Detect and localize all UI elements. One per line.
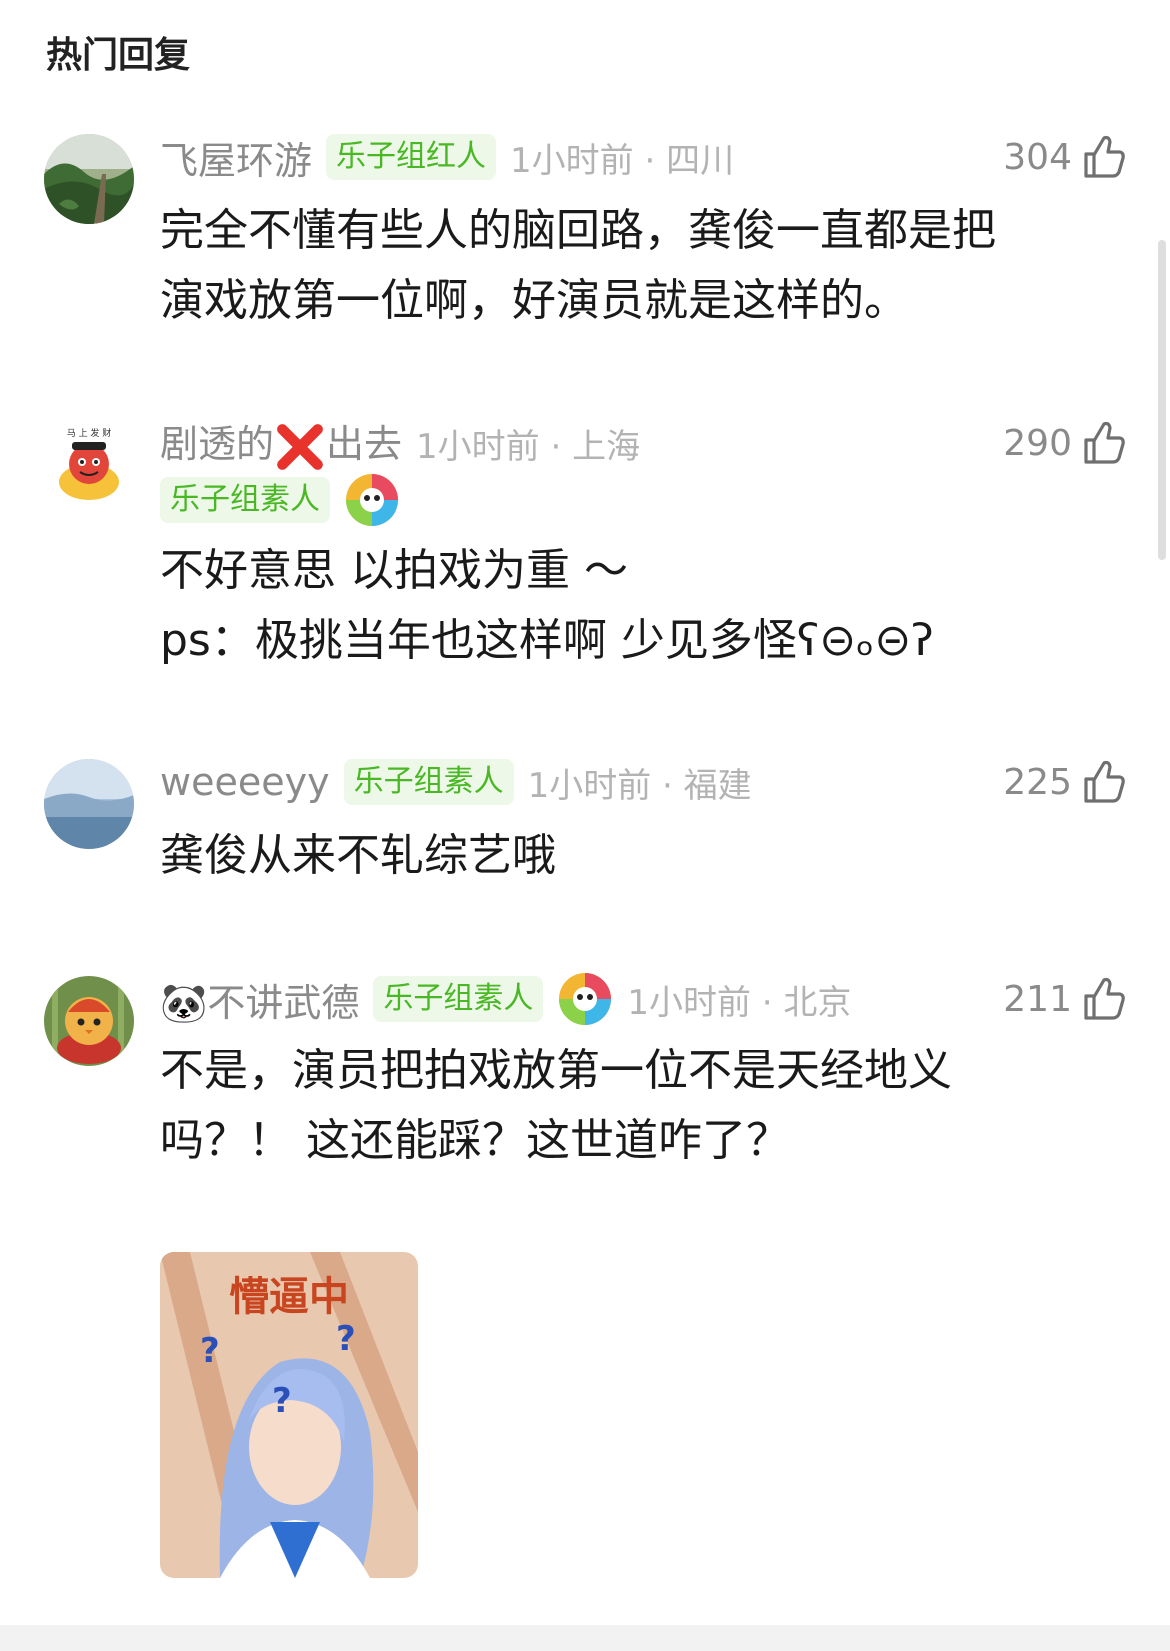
like-count: 304 [1003, 136, 1072, 178]
svg-text:马 上 发 财: 马 上 发 财 [67, 427, 112, 439]
like-button[interactable]: 290 [1003, 416, 1126, 470]
like-button[interactable]: 304 [1003, 130, 1126, 184]
timestamp-location: 1小时前 · 福建 [527, 765, 752, 806]
username[interactable]: 🐼不讲武德 [160, 972, 359, 1027]
user-badge[interactable]: 乐子组素人 [373, 976, 544, 1022]
avatar[interactable]: 马 上 发 财 [44, 420, 134, 510]
timestamp-location: 1小时前 · 四川 [510, 140, 735, 181]
timestamp-location: 1小时前 · 北京 [627, 982, 852, 1023]
comment-meta: weeeeyy 乐子组素人 1小时前 · 福建 [160, 755, 752, 809]
comment-text: 龚俊从来不轧综艺哦 [160, 830, 556, 881]
comment-image[interactable]: 懵逼中 ? ? ? [160, 1252, 418, 1578]
comment-meta: 🐼不讲武德 乐子组素人 1小时前 · 北京 [160, 972, 851, 1026]
username-part: 剧透的 [160, 422, 275, 467]
section-title: 热门回复 [46, 35, 191, 76]
svg-text:?: ? [336, 1319, 356, 1359]
username[interactable]: weeeeyy [160, 760, 330, 804]
medal-icon[interactable] [344, 472, 400, 528]
comment-text: 完全不懂有些人的脑回路，龚俊一直都是把 演戏放第一位啊，好演员就是这样的。 [160, 205, 996, 326]
avatar[interactable] [44, 976, 134, 1066]
like-count: 290 [1003, 422, 1072, 464]
timestamp-location: 1小时前 · 上海 [416, 426, 641, 467]
comment-text: 不好意思 以拍戏为重 ～ ps：极挑当年也这样啊 少见多怪ʕ⊝ₒ⊝ʔ [160, 545, 934, 666]
username-part: 出去 [326, 422, 403, 467]
comment-text: 不是，演员把拍戏放第一位不是天经地义 吗？！ 这还能踩？这世道咋了？ [160, 1045, 952, 1166]
thumbs-up-icon [1084, 135, 1125, 178]
like-count: 211 [1003, 978, 1072, 1020]
scrollbar[interactable] [1158, 240, 1166, 560]
user-badge[interactable]: 乐子组素人 [160, 477, 330, 523]
avatar[interactable] [44, 134, 134, 224]
username-text: 不讲武德 [207, 980, 360, 1025]
user-badge[interactable]: 乐子组红人 [326, 134, 497, 180]
username[interactable]: 飞屋环游 [160, 130, 312, 185]
like-button[interactable]: 225 [1003, 755, 1126, 809]
thumbs-up-icon [1084, 421, 1125, 464]
like-button[interactable]: 211 [1003, 972, 1126, 1026]
medal-icon[interactable] [557, 971, 613, 1027]
thumbs-up-icon [1084, 977, 1125, 1020]
badge-row: 乐子组素人 [160, 472, 400, 528]
panda-icon: 🐼 [160, 980, 208, 1025]
comment-meta: 剧透的 出去 1小时前 · 上海 [160, 416, 640, 470]
avatar[interactable] [44, 759, 134, 849]
cross-mark-icon [277, 423, 323, 470]
thumbs-up-icon [1084, 760, 1125, 803]
bottom-bar [0, 1625, 1170, 1651]
image-caption: 懵逼中 [229, 1274, 349, 1320]
svg-text:?: ? [200, 1331, 220, 1371]
like-count: 225 [1003, 761, 1072, 803]
comment-meta: 飞屋环游 乐子组红人 1小时前 · 四川 [160, 130, 734, 184]
user-badge[interactable]: 乐子组素人 [343, 759, 514, 805]
svg-text:?: ? [272, 1381, 292, 1421]
username[interactable]: 剧透的 出去 [160, 413, 402, 473]
